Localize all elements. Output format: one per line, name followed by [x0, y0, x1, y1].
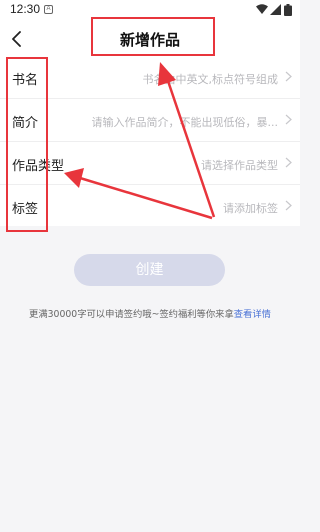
genre-field-row[interactable]: 作品类型 请选择作品类型 [0, 142, 300, 185]
view-details-link[interactable]: 查看详情 [234, 309, 271, 320]
status-bar: 12:30 A [0, 0, 300, 20]
signal-icon [270, 4, 281, 15]
chevron-right-icon [285, 157, 292, 168]
chevron-right-icon [285, 200, 292, 211]
page-title: 新增作品 [119, 31, 180, 49]
intro-field-placeholder[interactable]: 请输入作品简介，不能出现低俗，暴... [92, 114, 279, 130]
status-time: 12:30 [10, 2, 41, 16]
battery-icon [284, 4, 292, 16]
title-field-placeholder[interactable]: 书名由中英文,标点符号组成 [143, 71, 279, 87]
genre-field-placeholder[interactable]: 请选择作品类型 [201, 157, 278, 173]
genre-field-label: 作品类型 [12, 159, 65, 174]
title-field-row[interactable]: 书名 书名由中英文,标点符号组成 [0, 56, 300, 99]
chevron-right-icon [285, 114, 292, 125]
intro-field-row[interactable]: 简介 请输入作品简介，不能出现低俗，暴... [0, 99, 300, 142]
intro-field-label: 简介 [12, 116, 39, 131]
chevron-right-icon [285, 71, 292, 82]
nav-bar: 新增作品 [0, 20, 300, 58]
create-button[interactable]: 创建 [74, 254, 225, 286]
app-notification-icon: A [44, 5, 53, 14]
tags-field-label: 标签 [12, 202, 39, 217]
sign-contract-hint: 更满30000字可以申请签约哦~签约福利等你来拿查看详情 [0, 306, 300, 320]
tags-field-placeholder[interactable]: 请添加标签 [223, 200, 278, 216]
hint-text: 更满30000字可以申请签约哦~签约福利等你来拿 [29, 309, 234, 320]
tags-field-row[interactable]: 标签 请添加标签 [0, 185, 300, 228]
title-field-label: 书名 [12, 73, 39, 88]
work-form: 书名 书名由中英文,标点符号组成 简介 请输入作品简介，不能出现低俗，暴... … [0, 56, 300, 226]
wifi-icon [256, 4, 268, 14]
